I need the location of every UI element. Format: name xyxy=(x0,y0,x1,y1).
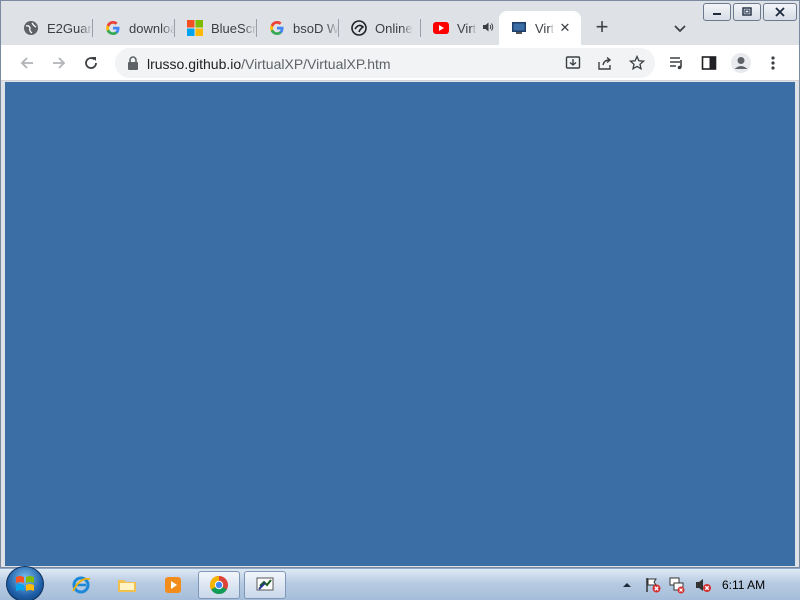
minimize-icon xyxy=(713,13,721,15)
app-icon xyxy=(256,577,274,591)
youtube-icon xyxy=(433,20,449,36)
window-caption-buttons xyxy=(701,3,797,21)
side-panel-button[interactable] xyxy=(697,51,721,75)
taskbar-file-explorer[interactable] xyxy=(106,571,148,599)
tab-search-button[interactable] xyxy=(669,17,691,39)
url-host: lrusso.github.io xyxy=(147,56,242,72)
taskbar-media-player[interactable] xyxy=(152,571,194,599)
tab-download[interactable]: download xyxy=(93,11,175,45)
internet-explorer-icon xyxy=(72,576,91,594)
restore-icon xyxy=(742,7,752,16)
tab-online[interactable]: Online xyxy=(339,11,421,45)
browser-window: E2Guardian download BlueScreen bsoD W xyxy=(0,0,800,568)
install-app-button[interactable] xyxy=(561,51,585,75)
app-icon xyxy=(351,20,367,36)
tab-title: Virt xyxy=(457,20,477,36)
share-icon xyxy=(598,56,612,70)
back-button[interactable] xyxy=(15,51,39,75)
speaker-icon[interactable] xyxy=(482,21,494,36)
tab-strip: E2Guardian download BlueScreen bsoD W xyxy=(1,1,799,45)
tab-e2guardian[interactable]: E2Guardian xyxy=(11,11,93,45)
lock-icon[interactable] xyxy=(127,56,139,75)
chevron-down-icon xyxy=(674,25,686,33)
minimize-button[interactable] xyxy=(703,3,731,21)
kebab-menu-icon xyxy=(771,56,775,70)
taskbar-app[interactable] xyxy=(244,571,286,599)
file-explorer-icon xyxy=(118,580,136,592)
tab-title: Virt xyxy=(535,20,555,36)
tab-bluescreen[interactable]: BlueScreen xyxy=(175,11,257,45)
system-tray xyxy=(620,569,714,600)
page-content[interactable] xyxy=(5,82,795,566)
side-panel-icon xyxy=(701,56,717,70)
maximize-button[interactable] xyxy=(733,3,761,21)
tab-title: BlueScreen xyxy=(211,20,257,36)
profile-button[interactable] xyxy=(729,51,753,75)
close-icon xyxy=(775,7,785,17)
playlist-icon xyxy=(670,57,682,70)
forward-button[interactable] xyxy=(47,51,71,75)
microsoft-icon xyxy=(187,20,203,36)
media-control-button[interactable] xyxy=(665,51,689,75)
browser-toolbar: lrusso.github.io/VirtualXP/VirtualXP.htm xyxy=(1,45,799,81)
network-icon[interactable] xyxy=(666,576,688,594)
reload-button[interactable] xyxy=(79,51,103,75)
globe-icon xyxy=(23,20,39,36)
tab-virt-youtube[interactable]: Virt xyxy=(421,11,501,45)
start-button[interactable] xyxy=(6,566,44,600)
taskbar-internet-explorer[interactable] xyxy=(60,571,102,599)
avatar-icon xyxy=(731,53,751,73)
taskbar-chrome[interactable] xyxy=(198,571,240,599)
tab-title: E2Guardian xyxy=(47,20,93,36)
google-icon xyxy=(269,20,285,36)
action-center-icon[interactable] xyxy=(642,576,664,594)
monitor-icon xyxy=(511,20,527,36)
install-icon xyxy=(565,56,581,69)
media-player-icon xyxy=(165,577,181,593)
google-icon xyxy=(105,20,121,36)
volume-muted-icon[interactable] xyxy=(692,576,714,594)
url-path: /VirtualXP/VirtualXP.htm xyxy=(241,56,391,72)
menu-button[interactable] xyxy=(761,51,785,75)
reload-icon xyxy=(85,57,97,69)
chevron-up-icon xyxy=(623,583,631,587)
tab-virt-active[interactable]: Virt ✕ xyxy=(499,11,581,45)
chrome-icon xyxy=(209,576,228,595)
tab-title: download xyxy=(129,20,175,36)
star-icon xyxy=(629,55,645,71)
show-hidden-icons-button[interactable] xyxy=(620,581,634,589)
bookmark-button[interactable] xyxy=(625,51,649,75)
close-tab-icon[interactable]: ✕ xyxy=(557,20,573,36)
back-arrow-icon xyxy=(20,57,33,69)
new-tab-button[interactable]: + xyxy=(589,15,615,41)
tab-title: Online xyxy=(375,20,413,36)
tab-bsod[interactable]: bsoD W xyxy=(257,11,339,45)
url-text: lrusso.github.io/VirtualXP/VirtualXP.htm xyxy=(147,56,391,72)
tab-title: bsoD W xyxy=(293,20,339,36)
close-window-button[interactable] xyxy=(763,3,797,21)
share-button[interactable] xyxy=(593,51,617,75)
windows-logo-icon xyxy=(16,576,34,591)
taskbar-clock[interactable]: 6:11 AM xyxy=(722,578,765,592)
address-bar[interactable]: lrusso.github.io/VirtualXP/VirtualXP.htm xyxy=(115,48,655,78)
forward-arrow-icon xyxy=(53,57,66,69)
taskbar: 6:11 AM xyxy=(0,566,800,600)
